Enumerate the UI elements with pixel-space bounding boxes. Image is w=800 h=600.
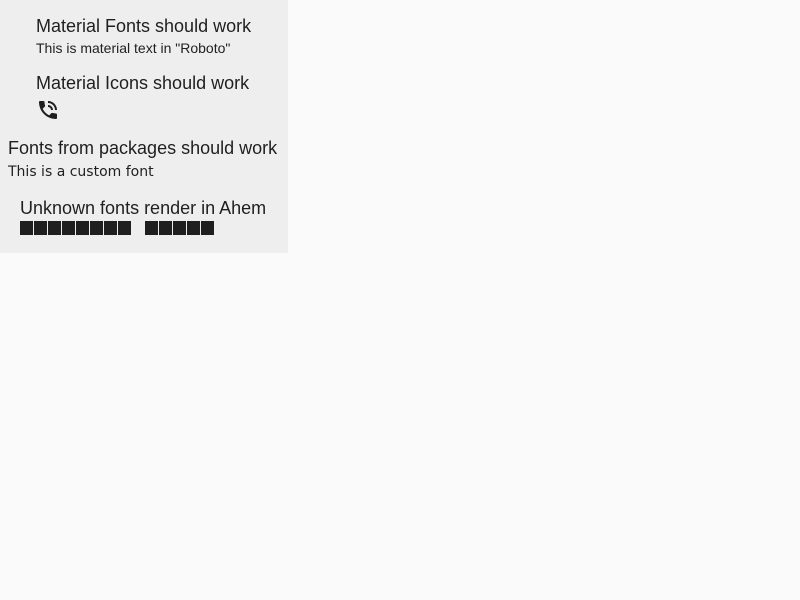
unknown-fonts-heading: Unknown fonts render in Ahem [20,198,267,218]
ahem-glyph [104,221,117,235]
ahem-glyph [90,221,103,235]
ahem-glyph [76,221,89,235]
material-icons-heading: Material Icons should work [36,73,250,93]
package-fonts-sample: This is a custom font [8,164,154,180]
ahem-sample [20,221,266,235]
package-fonts-heading: Fonts from packages should work [8,138,278,158]
ahem-glyph [34,221,47,235]
material-fonts-sample: This is material text in "Roboto" [36,40,231,56]
ahem-glyph [118,221,131,235]
ahem-glyph [187,221,200,235]
material-fonts-heading: Material Fonts should work [36,16,252,36]
ahem-glyph [48,221,61,235]
ahem-glyph [173,221,186,235]
material-fonts-section: Material Fonts should work This is mater… [36,15,251,57]
ahem-word [20,221,131,235]
phone-in-talk-icon [36,98,60,122]
ahem-glyph [20,221,33,235]
unknown-fonts-section: Unknown fonts render in Ahem [20,197,266,235]
font-demo-panel: Material Fonts should work This is mater… [0,0,288,253]
package-fonts-section: Fonts from packages should work This is … [8,137,277,181]
ahem-glyph [145,221,158,235]
material-icons-section: Material Icons should work [36,72,249,122]
ahem-glyph [62,221,75,235]
ahem-glyph [201,221,214,235]
ahem-glyph [159,221,172,235]
ahem-word [145,221,214,235]
